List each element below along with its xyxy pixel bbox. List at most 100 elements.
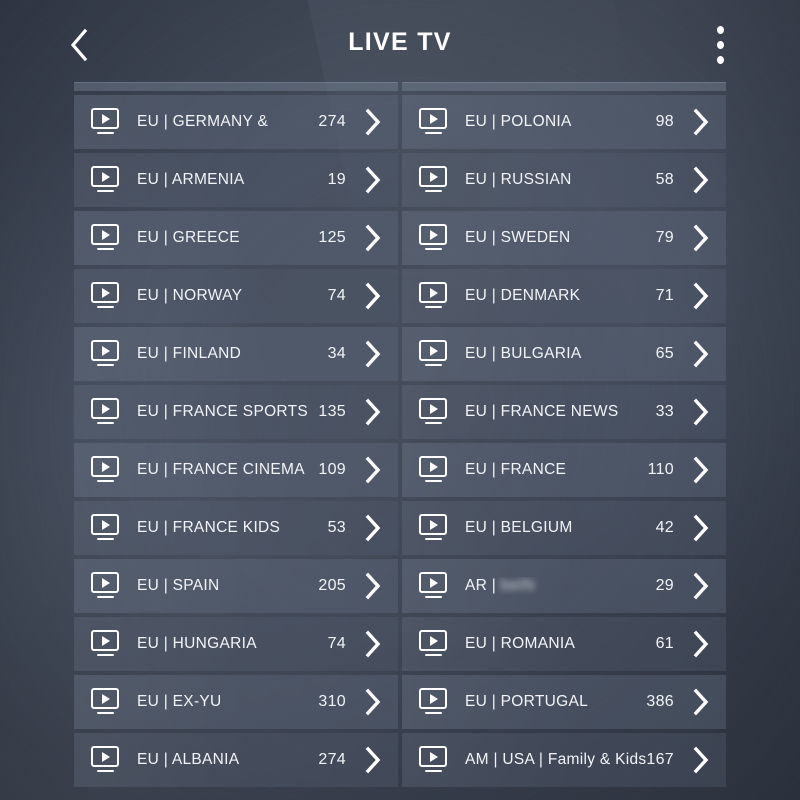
tv-play-icon [91,630,121,658]
channel-name: EU | ALBANIA [137,751,240,768]
channel-count: 125 [318,229,346,246]
channel-row[interactable]: EU | FRANCE 110 [402,443,726,497]
channel-row[interactable]: EU | ARMENIA 19 [74,153,398,207]
tv-play-icon [419,166,449,194]
tv-play-icon [91,688,121,716]
channel-row[interactable]: EU | RUSSIAN 58 [402,153,726,207]
channel-name: EU | ROMANIA [465,635,576,652]
chevron-right-icon [688,687,714,717]
chevron-right-icon [360,165,386,195]
channel-row[interactable]: EU | FRANCE CINEMA 109 [74,443,398,497]
tv-play-icon [419,282,449,310]
chevron-right-icon [360,571,386,601]
channel-row[interactable]: EU | ALBANIA 274 [74,733,398,787]
channel-row[interactable]: EU | DENMARK 71 [402,269,726,323]
chevron-right-icon [360,107,386,137]
channel-row[interactable]: EU | FRANCE SPORTS 135 [74,385,398,439]
channel-name: EU | BELGIUM [465,519,573,536]
tv-play-icon [419,224,449,252]
chevron-right-icon [688,571,714,601]
channel-count: 109 [318,461,346,478]
channel-count: 274 [318,113,346,130]
channel-name: EU | SPAIN [137,577,220,594]
channel-row[interactable]: EU | EX-YU 310 [74,675,398,729]
chevron-right-icon [360,629,386,659]
channel-count: 74 [327,635,346,652]
channel-name: EU | FRANCE SPORTS [137,403,309,420]
channel-name: EU | BULGARIA [465,345,582,362]
chevron-right-icon [688,281,714,311]
tv-play-icon [91,340,121,368]
channel-name: EU | FRANCE [465,461,567,478]
channel-row[interactable]: EU | SWEDEN 79 [402,211,726,265]
channel-row[interactable]: EU | GERMANY & 274 [74,95,398,149]
tv-play-icon [419,746,449,774]
chevron-right-icon [360,513,386,543]
chevron-right-icon [688,107,714,137]
channel-name: EU | ARMENIA [137,171,245,188]
chevron-right-icon [360,281,386,311]
tv-play-icon [91,456,121,484]
channel-row[interactable]: EU | BULGARIA 65 [402,327,726,381]
overflow-menu-button[interactable] [702,20,738,70]
channel-name: EU | FINLAND [137,345,242,362]
chevron-right-icon [688,513,714,543]
channel-name: EU | POLONIA [465,113,572,130]
page-title: LIVE TV [348,28,452,56]
channel-row[interactable]: EU | ROMANIA 61 [402,617,726,671]
more-vertical-icon-dot-3 [716,56,724,64]
chevron-right-icon [360,455,386,485]
tv-play-icon [91,514,121,542]
channel-name: EU | FRANCE NEWS [465,403,619,420]
channel-row[interactable]: EU | PORTUGAL 386 [402,675,726,729]
channel-count: 61 [655,635,674,652]
channel-count: 29 [655,577,674,594]
chevron-right-icon [360,397,386,427]
channel-list-scroll[interactable]: EU | GERMANY & 274 EU | POLONIA 98 EU | ARME… [0,82,800,800]
redacted-channel-name: beIN [500,577,535,594]
channel-row[interactable]: EU | FRANCE KIDS 53 [74,501,398,555]
channel-count: 79 [655,229,674,246]
channel-row[interactable]: EU | NORWAY 74 [74,269,398,323]
channel-count: 33 [655,403,674,420]
tv-play-icon [419,108,449,136]
tv-play-icon [91,224,121,252]
channel-row[interactable]: EU | FINLAND 34 [74,327,398,381]
channel-row[interactable]: AM | USA | Family & Kids 167 [402,733,726,787]
channel-row[interactable]: EU | BELGIUM 42 [402,501,726,555]
channel-count: 65 [655,345,674,362]
channel-name: EU | GERMANY & [137,113,269,130]
chevron-right-icon [360,339,386,369]
channel-row[interactable]: EU | GREECE 125 [74,211,398,265]
tv-play-icon [419,572,449,600]
tv-play-icon [91,282,121,310]
channel-name: EU | NORWAY [137,287,243,304]
channel-name: EU | FRANCE KIDS [137,519,281,536]
channel-name: EU | FRANCE CINEMA [137,461,305,478]
channel-row[interactable]: AR | beIN 29 [402,559,726,613]
channel-name: EU | EX-YU [137,693,222,710]
channel-count: 386 [646,693,674,710]
channel-row[interactable]: EU | SPAIN 205 [74,559,398,613]
tv-play-icon [91,166,121,194]
chevron-right-icon [688,397,714,427]
chevron-right-icon [688,223,714,253]
chevron-right-icon [688,629,714,659]
channel-row[interactable]: EU | HUNGARIA 74 [74,617,398,671]
channel-count: 98 [655,113,674,130]
channel-name: EU | RUSSIAN [465,171,572,188]
channel-row[interactable]: EU | POLONIA 98 [402,95,726,149]
channel-name: EU | GREECE [137,229,240,246]
chevron-right-icon [688,455,714,485]
chevron-right-icon [688,165,714,195]
tv-play-icon [91,572,121,600]
channel-count: 135 [318,403,346,420]
channel-name: AR | beIN [465,577,535,594]
tv-play-icon [91,108,121,136]
tv-play-icon [419,398,449,426]
chevron-right-icon [360,223,386,253]
channel-row[interactable]: EU | FRANCE NEWS 33 [402,385,726,439]
chevron-right-icon [360,745,386,775]
channel-count: 19 [327,171,346,188]
channel-count: 71 [655,287,674,304]
